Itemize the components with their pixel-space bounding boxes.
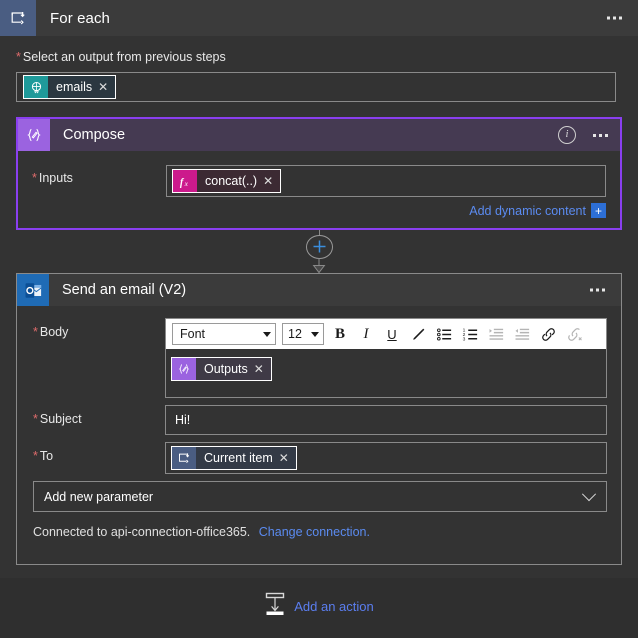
add-new-parameter-label: Add new parameter bbox=[44, 489, 154, 504]
numbered-list-button[interactable]: 1 2 3 bbox=[457, 321, 483, 347]
bulleted-list-button[interactable] bbox=[431, 321, 457, 347]
remove-link-button bbox=[561, 321, 587, 347]
font-size-select[interactable]: 12 bbox=[282, 323, 324, 345]
compose-header-actions: i bbox=[558, 126, 612, 144]
send-email-menu-icon[interactable] bbox=[586, 285, 609, 296]
for-each-title: For each bbox=[50, 9, 110, 27]
subject-input[interactable]: Hi! bbox=[165, 405, 607, 435]
to-field-row: * To Current item ✕ bbox=[33, 442, 607, 474]
select-output-label: * Select an output from previous steps bbox=[16, 50, 226, 64]
add-action-icon bbox=[264, 592, 286, 621]
add-dynamic-content-row: Add dynamic content + bbox=[32, 203, 610, 218]
required-asterisk: * bbox=[33, 325, 38, 339]
compose-title: Compose bbox=[63, 127, 126, 143]
required-asterisk: * bbox=[16, 50, 21, 64]
insert-link-button[interactable] bbox=[535, 321, 561, 347]
indent-increase-button bbox=[483, 321, 509, 347]
rich-text-toolbar: Font 12 B I U 1 2 3 bbox=[166, 319, 606, 349]
inputs-label: * Inputs bbox=[32, 171, 73, 185]
token-remove-icon[interactable]: ✕ bbox=[98, 81, 115, 93]
token-remove-icon[interactable]: ✕ bbox=[279, 452, 296, 464]
indent-decrease-button bbox=[509, 321, 535, 347]
for-each-menu-icon[interactable] bbox=[603, 13, 626, 24]
send-email-title: Send an email (V2) bbox=[62, 282, 187, 298]
chevron-down-icon bbox=[263, 331, 271, 337]
compose-braces-icon bbox=[172, 358, 196, 380]
chevron-down-icon bbox=[311, 331, 319, 337]
token-chip-emails[interactable]: emails ✕ bbox=[23, 75, 117, 99]
token-remove-icon[interactable]: ✕ bbox=[254, 363, 271, 375]
italic-button[interactable]: I bbox=[353, 321, 379, 347]
compose-header[interactable]: Compose i bbox=[18, 119, 620, 151]
token-chip-label: emails bbox=[56, 80, 93, 94]
token-chip-concat[interactable]: f x concat(..) ✕ bbox=[172, 169, 282, 193]
compose-card: Compose i * Inputs f x concat(..) ✕ Add … bbox=[16, 117, 622, 230]
svg-text:3: 3 bbox=[462, 336, 465, 342]
send-email-header[interactable]: Send an email (V2) bbox=[17, 274, 621, 306]
token-chip-label: concat(..) bbox=[205, 174, 258, 188]
connection-text: Connected to api-connection-office365. bbox=[33, 525, 251, 539]
insert-step-connector bbox=[0, 230, 638, 276]
add-new-parameter-select[interactable]: Add new parameter bbox=[33, 481, 607, 512]
connection-note: Connected to api-connection-office365. C… bbox=[33, 525, 607, 539]
body-editor-area[interactable]: Outputs ✕ bbox=[166, 349, 606, 397]
body-rich-text-editor[interactable]: Font 12 B I U 1 2 3 Outputs ✕ bbox=[165, 318, 607, 398]
to-input[interactable]: Current item ✕ bbox=[165, 442, 607, 474]
subject-value: Hi! bbox=[175, 413, 191, 427]
text-color-button[interactable] bbox=[405, 321, 431, 347]
token-chip-outputs[interactable]: Outputs ✕ bbox=[171, 357, 272, 381]
compose-body: * Inputs f x concat(..) ✕ Add dynamic co… bbox=[18, 151, 620, 218]
token-chip-label: Outputs bbox=[204, 362, 248, 376]
font-family-select[interactable]: Font bbox=[172, 323, 276, 345]
add-an-action-label[interactable]: Add an action bbox=[294, 599, 374, 614]
required-asterisk: * bbox=[33, 449, 38, 463]
add-dynamic-content-plus-icon[interactable]: + bbox=[591, 203, 606, 218]
select-output-input[interactable]: emails ✕ bbox=[16, 72, 616, 102]
dynamic-content-icon bbox=[24, 76, 48, 98]
for-each-card: For each * Select an output from previous… bbox=[0, 0, 638, 578]
flow-designer-canvas: For each * Select an output from previous… bbox=[0, 0, 638, 638]
compose-menu-icon[interactable] bbox=[589, 130, 612, 141]
token-chip-label: Current item bbox=[204, 451, 273, 465]
send-email-body: * Body Font 12 B I U 1 2 3 Outputs ✕ * S… bbox=[17, 306, 621, 539]
font-family-value: Font bbox=[180, 327, 206, 341]
token-chip-current-item[interactable]: Current item ✕ bbox=[171, 446, 297, 470]
compose-braces-icon bbox=[18, 119, 50, 151]
subject-label: * Subject bbox=[33, 412, 82, 426]
token-remove-icon[interactable]: ✕ bbox=[263, 175, 280, 187]
required-asterisk: * bbox=[32, 171, 37, 185]
svg-text:x: x bbox=[183, 179, 188, 188]
chevron-down-icon bbox=[581, 486, 597, 501]
outlook-icon bbox=[17, 274, 49, 306]
add-an-action-row[interactable]: Add an action bbox=[0, 592, 638, 621]
inputs-input[interactable]: f x concat(..) ✕ bbox=[166, 165, 606, 197]
foreach-loop-icon bbox=[0, 0, 36, 36]
to-label: * To bbox=[33, 449, 54, 463]
add-dynamic-content-link[interactable]: Add dynamic content bbox=[469, 204, 586, 218]
body-label: * Body bbox=[33, 325, 69, 339]
subject-field-row: * Subject Hi! bbox=[33, 405, 607, 435]
underline-button[interactable]: U bbox=[379, 321, 405, 347]
body-field-row: * Body Font 12 B I U 1 2 3 Outputs ✕ bbox=[33, 318, 607, 398]
change-connection-link[interactable]: Change connection. bbox=[259, 525, 370, 539]
bold-button[interactable]: B bbox=[327, 321, 353, 347]
send-email-card: Send an email (V2) * Body Font 12 B I U … bbox=[16, 273, 622, 565]
required-asterisk: * bbox=[33, 412, 38, 426]
foreach-loop-icon bbox=[172, 447, 196, 469]
for-each-header[interactable]: For each bbox=[0, 0, 638, 36]
add-step-plus-icon[interactable] bbox=[305, 234, 333, 259]
for-each-body: * Select an output from previous steps em… bbox=[0, 36, 638, 102]
fx-icon: f x bbox=[173, 170, 197, 192]
font-size-value: 12 bbox=[288, 327, 302, 341]
connector-line bbox=[318, 230, 320, 235]
info-icon[interactable]: i bbox=[558, 126, 576, 144]
